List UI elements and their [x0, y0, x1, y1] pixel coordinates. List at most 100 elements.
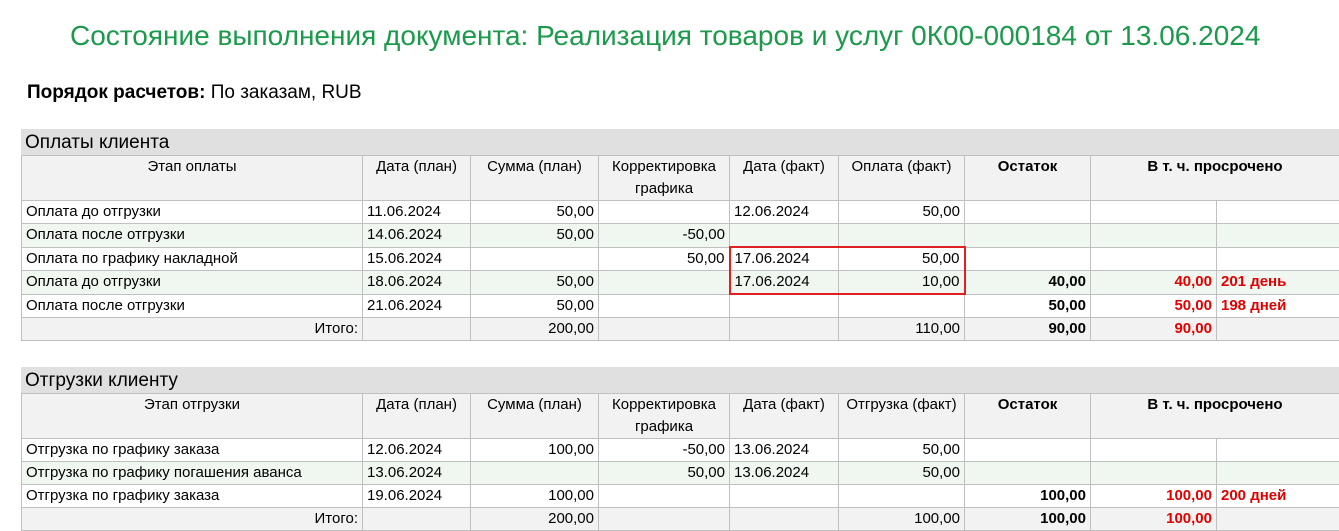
- cell-remainder: [965, 224, 1091, 248]
- cell-date-plan: 11.06.2024: [363, 201, 471, 224]
- shipments-section-title: Отгрузки клиенту: [21, 367, 1339, 393]
- cell-stage: Оплата после отгрузки: [22, 224, 363, 248]
- cell-sum-plan: 50,00: [471, 294, 599, 318]
- cell-stage: Отгрузка по графику заказа: [22, 439, 363, 462]
- cell-remainder: 100,00: [965, 485, 1091, 508]
- cell-date-plan: 12.06.2024: [363, 439, 471, 462]
- settlement-order-label: Порядок расчетов:: [27, 82, 205, 103]
- col-date-plan: Дата (план): [363, 156, 471, 201]
- cell-overdue-sum: [1091, 247, 1217, 271]
- cell-stage: Оплата по графику накладной: [22, 247, 363, 271]
- total-correction: [599, 318, 730, 341]
- cell-overdue-sum: [1091, 439, 1217, 462]
- settlement-order-value: По заказам, RUB: [211, 82, 362, 103]
- cell-overdue-days: 201 день: [1217, 271, 1339, 295]
- table-header-row: Этап отгрузки Дата (план) Сумма (план) К…: [22, 394, 1339, 439]
- shipments-rows: Отгрузка по графику заказа12.06.2024100,…: [22, 439, 1339, 531]
- cell-overdue-sum: [1091, 462, 1217, 485]
- cell-stage: Оплата после отгрузки: [22, 294, 363, 318]
- cell-overdue-sum: [1091, 201, 1217, 224]
- total-overdue-sum: 100,00: [1091, 508, 1217, 531]
- cell-correction: 50,00: [599, 462, 730, 485]
- total-fact: 110,00: [839, 318, 965, 341]
- col-payment-fact: Оплата (факт): [839, 156, 965, 201]
- page-title: Состояние выполнения документа: Реализац…: [70, 20, 1260, 52]
- cell-fact: 50,00: [839, 462, 965, 485]
- col-shipment-fact: Отгрузка (факт): [839, 394, 965, 439]
- col-stage: Этап оплаты: [22, 156, 363, 201]
- cell-correction: [599, 201, 730, 224]
- total-stage: Итого:: [22, 508, 363, 531]
- total-date-plan: [363, 318, 471, 341]
- cell-sum-plan: 100,00: [471, 439, 599, 462]
- cell-correction: -50,00: [599, 224, 730, 248]
- total-sum-plan: 200,00: [471, 318, 599, 341]
- cell-stage: Оплата до отгрузки: [22, 271, 363, 295]
- cell-overdue-days: 198 дней: [1217, 294, 1339, 318]
- total-overdue-days: [1217, 318, 1339, 341]
- cell-remainder: [965, 201, 1091, 224]
- payments-section: Оплаты клиента Этап оплаты Дата (план) С…: [21, 129, 1339, 341]
- total-remainder: 90,00: [965, 318, 1091, 341]
- cell-overdue-days: [1217, 247, 1339, 271]
- cell-overdue-days: [1217, 224, 1339, 248]
- cell-date-fact: [730, 224, 839, 248]
- cell-remainder: 40,00: [965, 271, 1091, 295]
- table-row: Отгрузка по графику заказа19.06.2024100,…: [22, 485, 1339, 508]
- cell-fact: [839, 485, 965, 508]
- cell-correction: -50,00: [599, 439, 730, 462]
- cell-overdue-days: [1217, 439, 1339, 462]
- cell-date-plan: 14.06.2024: [363, 224, 471, 248]
- col-remainder: Остаток: [965, 156, 1091, 201]
- cell-date-plan: 19.06.2024: [363, 485, 471, 508]
- cell-remainder: [965, 439, 1091, 462]
- cell-sum-plan: 50,00: [471, 224, 599, 248]
- col-overdue: В т. ч. просрочено: [1091, 394, 1339, 439]
- col-date-plan: Дата (план): [363, 394, 471, 439]
- col-date-fact: Дата (факт): [730, 156, 839, 201]
- cell-date-fact: 12.06.2024: [730, 201, 839, 224]
- cell-remainder: 50,00: [965, 294, 1091, 318]
- col-sum-plan: Сумма (план): [471, 394, 599, 439]
- shipments-table: Этап отгрузки Дата (план) Сумма (план) К…: [21, 393, 1339, 531]
- cell-fact: 10,00: [839, 271, 965, 295]
- table-row: Отгрузка по графику погашения аванса13.0…: [22, 462, 1339, 485]
- total-stage: Итого:: [22, 318, 363, 341]
- cell-overdue-days: 200 дней: [1217, 485, 1339, 508]
- col-remainder: Остаток: [965, 394, 1091, 439]
- settlement-order: Порядок расчетов: По заказам, RUB: [27, 82, 362, 104]
- cell-remainder: [965, 247, 1091, 271]
- cell-overdue-sum: 100,00: [1091, 485, 1217, 508]
- cell-sum-plan: 50,00: [471, 201, 599, 224]
- cell-fact: 50,00: [839, 201, 965, 224]
- cell-fact: [839, 294, 965, 318]
- total-date-fact: [730, 318, 839, 341]
- cell-correction: [599, 485, 730, 508]
- col-date-fact: Дата (факт): [730, 394, 839, 439]
- table-row: Оплата по графику накладной15.06.202450,…: [22, 247, 1339, 271]
- cell-sum-plan: 100,00: [471, 485, 599, 508]
- cell-stage: Отгрузка по графику погашения аванса: [22, 462, 363, 485]
- cell-overdue-days: [1217, 201, 1339, 224]
- cell-fact: 50,00: [839, 247, 965, 271]
- total-row: Итого:200,00110,0090,0090,00: [22, 318, 1339, 341]
- cell-overdue-sum: 50,00: [1091, 294, 1217, 318]
- total-date-plan: [363, 508, 471, 531]
- total-fact: 100,00: [839, 508, 965, 531]
- payments-rows: Оплата до отгрузки11.06.202450,0012.06.2…: [22, 201, 1339, 341]
- cell-overdue-days: [1217, 462, 1339, 485]
- cell-sum-plan: 50,00: [471, 271, 599, 295]
- cell-fact: [839, 224, 965, 248]
- total-remainder: 100,00: [965, 508, 1091, 531]
- cell-stage: Отгрузка по графику заказа: [22, 485, 363, 508]
- col-overdue: В т. ч. просрочено: [1091, 156, 1339, 201]
- table-header-row: Этап оплаты Дата (план) Сумма (план) Кор…: [22, 156, 1339, 201]
- cell-date-fact: [730, 294, 839, 318]
- payments-table: Этап оплаты Дата (план) Сумма (план) Кор…: [21, 155, 1339, 341]
- total-date-fact: [730, 508, 839, 531]
- payments-section-title: Оплаты клиента: [21, 129, 1339, 155]
- cell-correction: 50,00: [599, 247, 730, 271]
- cell-correction: [599, 294, 730, 318]
- table-row: Оплата после отгрузки14.06.202450,00-50,…: [22, 224, 1339, 248]
- cell-date-fact: [730, 485, 839, 508]
